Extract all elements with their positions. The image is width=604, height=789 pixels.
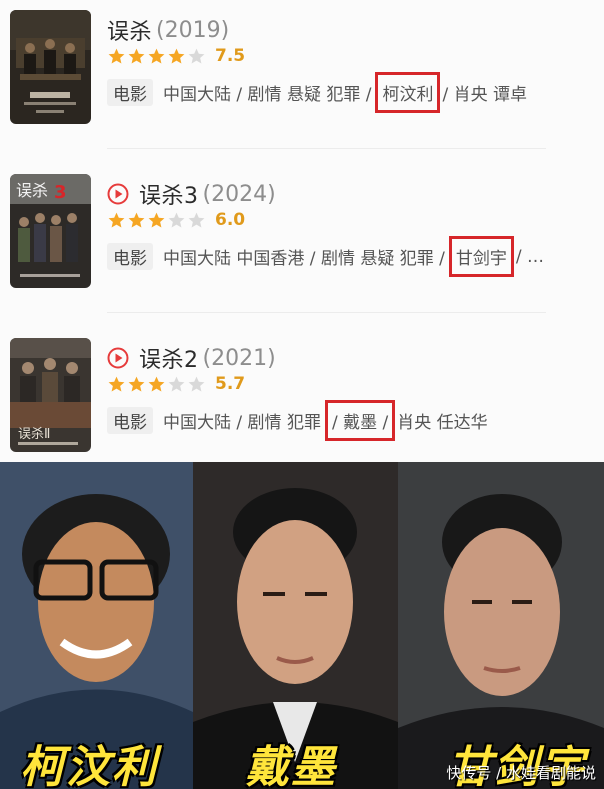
movie-meta: 电影 中国大陆 / 剧情 犯罪 / 戴墨 / 肖央 任达华 xyxy=(107,400,490,441)
portrait-dai-mo: 戴墨 xyxy=(193,462,398,789)
star-empty-icon xyxy=(167,375,186,394)
star-rating xyxy=(107,47,206,66)
play-icon[interactable] xyxy=(107,347,129,369)
director-portraits: 柯汶利 戴墨 甘剑宇 快传号 / 水娃看剧能说 xyxy=(0,462,604,789)
meta-region-genre: 中国大陆 / 剧情 犯罪 xyxy=(163,413,321,433)
type-badge: 电影 xyxy=(107,79,153,106)
movie-title[interactable]: 误杀3 xyxy=(139,178,199,210)
rating-row: 7.5 xyxy=(107,46,245,66)
portrait-ke-wenli: 柯汶利 xyxy=(0,462,193,789)
star-empty-icon xyxy=(187,211,206,230)
portrait-caption: 戴墨 xyxy=(245,742,337,789)
watermark: 快传号 / 水娃看剧能说 xyxy=(446,764,596,782)
rating-score: 5.7 xyxy=(215,374,246,394)
movie-title[interactable]: 误杀2 xyxy=(139,342,199,374)
movie-title[interactable]: 误杀 xyxy=(107,14,152,46)
star-filled-icon xyxy=(107,47,126,66)
highlighted-director: / 戴墨 / xyxy=(324,400,396,441)
star-rating xyxy=(107,211,206,230)
star-filled-icon xyxy=(107,211,126,230)
poster-image-wusha3: 误杀 3 xyxy=(10,174,91,288)
svg-text:误杀: 误杀 xyxy=(16,181,48,200)
divider xyxy=(107,148,546,149)
star-empty-icon xyxy=(187,375,206,394)
divider xyxy=(107,312,546,313)
type-badge: 电影 xyxy=(107,243,153,270)
rating-row: 5.7 xyxy=(107,374,245,394)
rating-score: 6.0 xyxy=(215,210,246,230)
star-empty-icon xyxy=(187,47,206,66)
meta-cast: / … xyxy=(515,246,545,267)
rating-score: 7.5 xyxy=(215,46,246,66)
movie-poster[interactable]: 误杀Ⅱ xyxy=(10,338,91,452)
movie-list-item[interactable]: 误杀 (2019) 7.5 电影 中国大陆 / 剧情 悬疑 犯罪 / 柯汶利 /… xyxy=(0,8,604,158)
star-filled-icon xyxy=(167,47,186,66)
movie-search-results: 误杀 (2019) 7.5 电影 中国大陆 / 剧情 悬疑 犯罪 / 柯汶利 /… xyxy=(0,0,604,462)
svg-text:3: 3 xyxy=(54,182,67,203)
movie-title-row: 误杀 (2019) xyxy=(107,14,229,46)
rating-row: 6.0 xyxy=(107,210,245,230)
highlighted-director: 甘剑宇 xyxy=(448,236,514,277)
poster-image-wusha2: 误杀Ⅱ xyxy=(10,338,91,452)
movie-poster[interactable]: 误杀 3 xyxy=(10,174,91,288)
svg-text:误杀Ⅱ: 误杀Ⅱ xyxy=(18,427,50,442)
movie-year: (2021) xyxy=(202,345,276,371)
movie-meta: 电影 中国大陆 中国香港 / 剧情 悬疑 犯罪 / 甘剑宇 / … xyxy=(107,236,546,277)
movie-meta: 电影 中国大陆 / 剧情 悬疑 犯罪 / 柯汶利 / 肖央 谭卓 xyxy=(107,72,529,113)
movie-year: (2019) xyxy=(156,17,230,43)
star-filled-icon xyxy=(147,47,166,66)
star-rating xyxy=(107,375,206,394)
star-filled-icon xyxy=(147,375,166,394)
meta-cast: 肖央 任达华 xyxy=(397,413,488,433)
portrait-caption: 柯汶利 xyxy=(20,742,158,789)
meta-region-genre: 中国大陆 / 剧情 悬疑 犯罪 / xyxy=(163,85,372,105)
movie-poster[interactable] xyxy=(10,10,91,124)
star-filled-icon xyxy=(127,47,146,66)
movie-title-row: 误杀3 (2024) xyxy=(107,178,276,210)
poster-image-wushaa xyxy=(10,10,91,124)
play-icon[interactable] xyxy=(107,183,129,205)
star-filled-icon xyxy=(147,211,166,230)
type-badge: 电影 xyxy=(107,407,153,434)
meta-region-genre: 中国大陆 中国香港 / 剧情 悬疑 犯罪 / xyxy=(163,249,445,269)
star-filled-icon xyxy=(127,211,146,230)
movie-title-row: 误杀2 (2021) xyxy=(107,342,276,374)
star-filled-icon xyxy=(107,375,126,394)
highlighted-director: 柯汶利 xyxy=(375,72,441,113)
star-filled-icon xyxy=(127,375,146,394)
movie-year: (2024) xyxy=(202,181,276,207)
meta-cast: / 肖央 谭卓 xyxy=(442,85,528,105)
movie-list-item[interactable]: 误杀 3 误杀3 (2024) 6.0 电影 中国大陆 中国香港 / 剧情 悬疑… xyxy=(0,172,604,322)
portrait-gan-jianyu: 甘剑宇 快传号 / 水娃看剧能说 xyxy=(398,462,604,789)
star-empty-icon xyxy=(167,211,186,230)
